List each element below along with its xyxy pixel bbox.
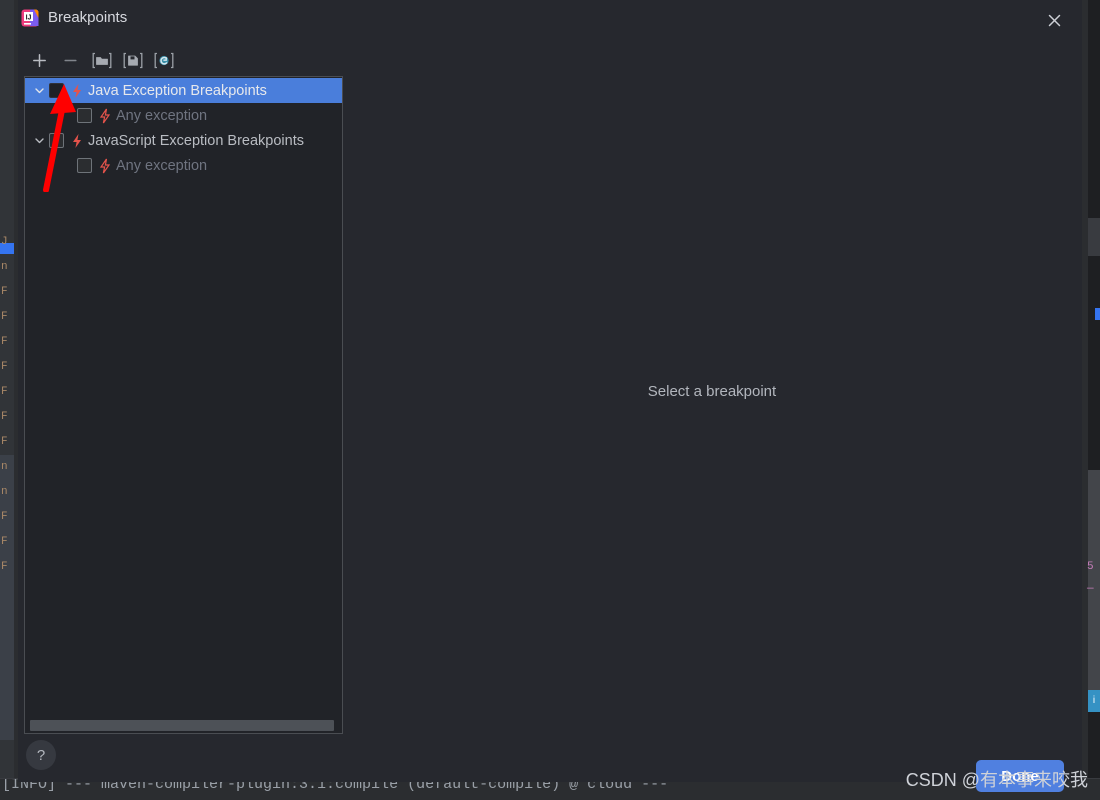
help-button[interactable]: ? — [26, 740, 56, 770]
screen-root: J n F F F F F F F n n F F F 5 — i ⇄ [INF… — [0, 0, 1100, 800]
breakpoints-dialog: IJ Breakpoints Java Exception Breakpoint… — [18, 0, 1082, 792]
help-button-label: ? — [36, 746, 46, 764]
background-right-caret — [1095, 308, 1100, 320]
tree-row[interactable]: Java Exception Breakpoints — [25, 78, 342, 103]
tree-row-checkbox[interactable] — [77, 108, 92, 123]
tree-row-label: Any exception — [116, 107, 208, 124]
breakpoints-toolbar — [24, 46, 179, 74]
svg-text:IJ: IJ — [26, 14, 32, 21]
chevron-down-icon[interactable] — [31, 78, 47, 103]
tree-row-label: JavaScript Exception Breakpoints — [88, 132, 304, 149]
tree-row[interactable]: Any exception — [25, 103, 342, 128]
background-right-code-text: 5 — — [1087, 561, 1094, 595]
tree-row-label: Java Exception Breakpoints — [88, 82, 267, 99]
group-by-folder-button[interactable] — [86, 46, 117, 74]
chevron-down-icon[interactable] — [31, 128, 47, 153]
breakpoints-tree-panel[interactable]: Java Exception Breakpoints Any exception — [24, 76, 343, 734]
tree-horizontal-scrollbar-thumb[interactable] — [30, 720, 334, 731]
tree-row[interactable]: JavaScript Exception Breakpoints — [25, 128, 342, 153]
tree-row[interactable]: Any exception — [25, 153, 342, 178]
tree-row-checkbox[interactable] — [49, 83, 64, 98]
tree-row-checkbox[interactable] — [49, 133, 64, 148]
csdn-watermark: CSDN @有本事来咬我 — [905, 770, 1088, 790]
remove-breakpoint-button[interactable] — [55, 46, 86, 74]
background-right-tab — [1088, 218, 1100, 256]
tree-horizontal-scrollbar[interactable] — [26, 720, 341, 731]
lightning-bolt-icon — [70, 133, 84, 149]
breakpoint-details-placeholder: Select a breakpoint — [647, 382, 777, 400]
lightning-bolt-icon — [98, 158, 112, 174]
background-left-code-text: J n F F F F F F F n n F F F — [1, 236, 8, 573]
background-right-badge: i — [1088, 690, 1100, 712]
lightning-bolt-icon — [98, 108, 112, 124]
lightning-bolt-icon — [70, 83, 84, 99]
breakpoint-details-pane: Select a breakpoint — [352, 76, 1072, 716]
add-breakpoint-button[interactable] — [24, 46, 55, 74]
dialog-titlebar: IJ Breakpoints — [18, 0, 1082, 38]
tree-row-checkbox[interactable] — [77, 158, 92, 173]
dialog-title: Breakpoints — [48, 9, 128, 26]
breakpoints-dialog-body: IJ Breakpoints Java Exception Breakpoint… — [18, 0, 1082, 792]
background-right-editor-strip: 5 — i ⇄ — [1082, 0, 1100, 800]
close-icon[interactable] — [1040, 6, 1068, 34]
group-by-class-button[interactable] — [148, 46, 179, 74]
breakpoints-tree-list: Java Exception Breakpoints Any exception — [25, 77, 342, 178]
intellij-idea-logo-icon: IJ — [20, 8, 40, 28]
group-by-file-button[interactable] — [117, 46, 148, 74]
tree-row-label: Any exception — [116, 157, 208, 174]
